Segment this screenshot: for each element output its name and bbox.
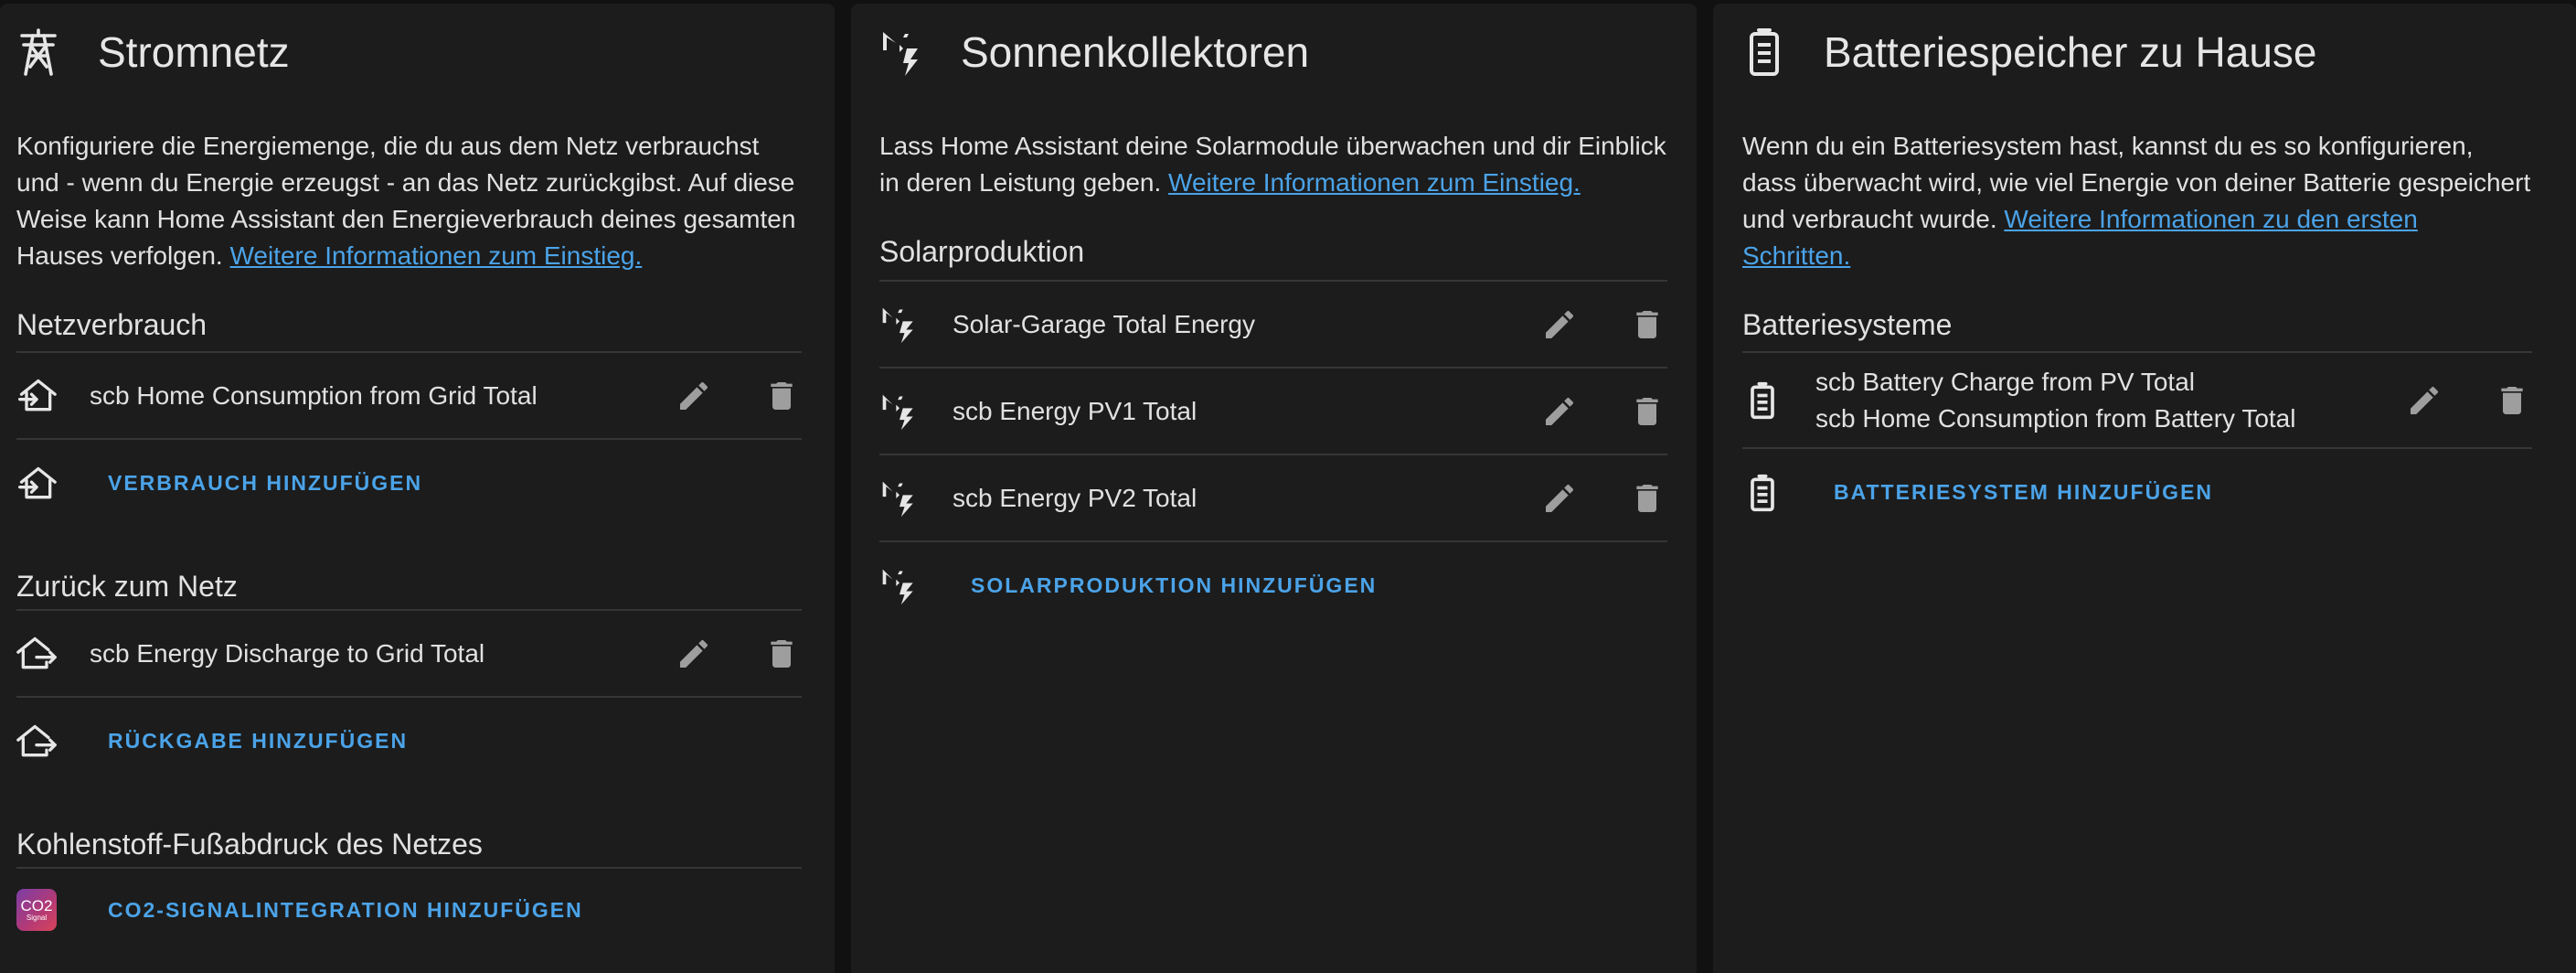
edit-button[interactable] <box>1539 478 1580 519</box>
list-item: Solar-Garage Total Energy <box>879 282 1667 369</box>
battery-card-title: Batteriespeicher zu Hause <box>1824 28 2317 76</box>
solar-card: Sonnenkollektoren Lass Home Assistant de… <box>851 4 1697 973</box>
edit-button[interactable] <box>2404 380 2444 421</box>
row-actions <box>1492 391 1667 432</box>
delete-button[interactable] <box>1627 478 1667 519</box>
grid-card-header: Stromnetz <box>16 4 802 101</box>
solar-item-label: scb Energy PV2 Total <box>953 483 1198 512</box>
grid-carbon-title: Kohlenstoff-Fußabdruck des Netzes <box>16 828 483 861</box>
row-actions <box>626 376 802 416</box>
pencil-icon <box>680 381 708 410</box>
trash-icon <box>1636 310 1658 338</box>
add-battery-row: BATTERIESYSTEM HINZUFÜGEN <box>1742 449 2532 536</box>
grid-return-item-label: scb Energy Discharge to Grid Total <box>90 638 485 668</box>
add-solar-production-button[interactable]: SOLARPRODUKTION HINZUFÜGEN <box>971 573 1377 598</box>
co2-signal-icon: CO2 Signal <box>16 889 57 931</box>
solar-power-icon <box>879 478 920 519</box>
pencil-icon <box>2411 386 2439 414</box>
delete-button[interactable] <box>1627 305 1667 345</box>
grid-learn-more-link[interactable]: Weitere Informationen zum Einstieg. <box>229 241 642 270</box>
add-solar-row: SOLARPRODUKTION HINZUFÜGEN <box>879 542 1667 629</box>
delete-button[interactable] <box>761 376 802 416</box>
transmission-tower-icon <box>16 27 60 78</box>
transmission-tower-export-icon <box>16 722 57 762</box>
transmission-tower-import-icon <box>16 376 57 416</box>
grid-card-description: Konfiguriere die Energiemenge, die du au… <box>16 128 802 274</box>
solar-item-label: Solar-Garage Total Energy <box>953 309 1255 338</box>
solar-power-icon <box>879 391 920 432</box>
solar-production-title: Solarproduktion <box>879 235 1085 268</box>
battery-card-header: Batteriespeicher zu Hause <box>1742 4 2532 101</box>
list-item: scb Battery Charge from PV Total scb Hom… <box>1742 353 2532 449</box>
pencil-icon <box>1546 484 1574 512</box>
solar-learn-more-link[interactable]: Weitere Informationen zum Einstieg. <box>1168 168 1581 197</box>
energy-config-page: Stromnetz Konfiguriere die Energiemenge,… <box>0 0 2576 973</box>
co2-badge-top: CO2 <box>20 896 53 914</box>
list-item: scb Energy PV2 Total <box>879 455 1667 542</box>
row-actions <box>626 634 802 674</box>
co2-badge-bottom: Signal <box>26 913 48 922</box>
list-item: scb Home Consumption from Grid Total <box>16 353 802 440</box>
trash-icon <box>1636 397 1658 425</box>
home-battery-icon <box>1742 380 1783 421</box>
grid-card-title: Stromnetz <box>98 28 290 76</box>
edit-button[interactable] <box>674 376 714 416</box>
solar-card-description: Lass Home Assistant deine Solarmodule üb… <box>879 128 1667 201</box>
solar-card-header: Sonnenkollektoren <box>879 4 1667 101</box>
solar-power-icon <box>879 566 920 606</box>
delete-button[interactable] <box>761 634 802 674</box>
add-co2-signal-button[interactable]: CO2-SIGNALINTEGRATION HINZUFÜGEN <box>108 898 583 923</box>
solar-power-icon <box>879 305 920 345</box>
add-consumption-button[interactable]: VERBRAUCH HINZUFÜGEN <box>108 471 422 496</box>
pencil-icon <box>1546 397 1574 425</box>
add-return-button[interactable]: RÜCKGABE HINZUFÜGEN <box>108 729 408 754</box>
add-return-row: RÜCKGABE HINZUFÜGEN <box>16 698 802 785</box>
pencil-icon <box>680 639 708 668</box>
trash-icon <box>1636 484 1658 512</box>
battery-card: Batteriespeicher zu Hause Wenn du ein Ba… <box>1713 4 2576 973</box>
battery-discharge-line: scb Home Consumption from Battery Total <box>1815 403 2296 433</box>
battery-charge-line: scb Battery Charge from PV Total <box>1815 367 2195 396</box>
grid-consumption-item-label: scb Home Consumption from Grid Total <box>90 380 538 410</box>
add-battery-system-button[interactable]: BATTERIESYSTEM HINZUFÜGEN <box>1834 480 2213 505</box>
row-actions <box>1492 305 1667 345</box>
row-actions <box>1492 478 1667 519</box>
edit-button[interactable] <box>1539 305 1580 345</box>
list-item: scb Energy PV1 Total <box>879 369 1667 455</box>
solar-item-label: scb Energy PV1 Total <box>953 396 1198 425</box>
grid-return-title: Zurück zum Netz <box>16 570 238 603</box>
edit-button[interactable] <box>1539 391 1580 432</box>
home-battery-icon <box>1742 27 1786 78</box>
trash-icon <box>771 381 793 410</box>
battery-systems-title: Batteriesysteme <box>1742 308 1953 341</box>
transmission-tower-export-icon <box>16 634 57 674</box>
trash-icon <box>2501 386 2523 414</box>
grid-card: Stromnetz Konfiguriere die Energiemenge,… <box>0 4 835 973</box>
pencil-icon <box>1546 310 1574 338</box>
trash-icon <box>771 639 793 668</box>
solar-card-title: Sonnenkollektoren <box>961 28 1310 76</box>
delete-button[interactable] <box>1627 391 1667 432</box>
list-item: scb Energy Discharge to Grid Total <box>16 611 802 698</box>
home-battery-icon <box>1742 473 1783 513</box>
edit-button[interactable] <box>674 634 714 674</box>
add-co2-row: CO2 Signal CO2-SIGNALINTEGRATION HINZUFÜ… <box>16 869 802 951</box>
grid-consumption-title: Netzverbrauch <box>16 308 208 341</box>
solar-power-icon <box>879 27 923 78</box>
transmission-tower-import-icon <box>16 464 57 504</box>
co2-signal-logo: CO2 Signal <box>16 889 57 931</box>
battery-system-label: scb Battery Charge from PV Total scb Hom… <box>1815 364 2357 437</box>
delete-button[interactable] <box>2492 380 2532 421</box>
add-consumption-row: VERBRAUCH HINZUFÜGEN <box>16 440 802 527</box>
battery-card-description: Wenn du ein Batteriesystem hast, kannst … <box>1742 128 2532 274</box>
row-actions <box>2357 380 2532 421</box>
